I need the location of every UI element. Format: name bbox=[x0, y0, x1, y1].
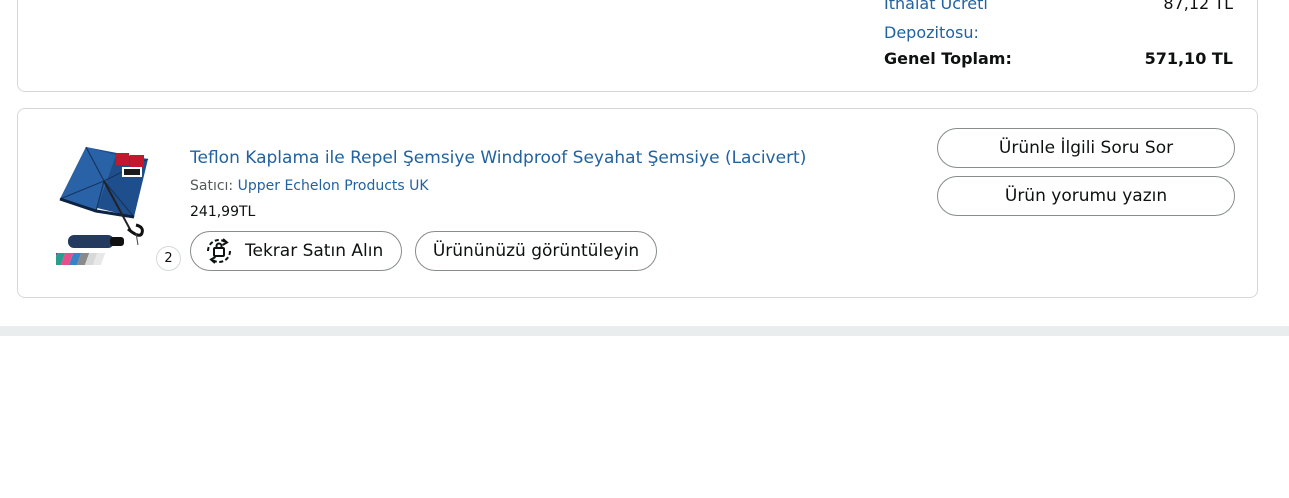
item-price: 241,99TL bbox=[190, 204, 256, 220]
order-panel: İthalat Ücreti 87,12 TL Depozitosu: Gene… bbox=[0, 0, 1287, 326]
order-summary-card: İthalat Ücreti 87,12 TL Depozitosu: Gene… bbox=[17, 0, 1258, 92]
import-fee-label: İthalat Ücreti bbox=[884, 0, 988, 13]
seller-prefix: Satıcı: bbox=[190, 178, 234, 194]
quantity-badge: 2 bbox=[156, 246, 181, 271]
ask-question-label: Ürünle İlgili Soru Sor bbox=[998, 138, 1174, 158]
order-details-page: İthalat Ücreti 87,12 TL Depozitosu: Gene… bbox=[0, 0, 1289, 498]
write-review-button[interactable]: Ürün yorumu yazın bbox=[937, 176, 1235, 216]
view-item-button[interactable]: Ürününüzü görüntüleyin bbox=[415, 231, 657, 271]
product-title-link[interactable]: Teflon Kaplama ile Repel Şemsiye Windpro… bbox=[190, 147, 806, 169]
import-fee-label-cont: Depozitosu: bbox=[884, 23, 979, 42]
buy-again-label: Tekrar Satın Alın bbox=[245, 241, 384, 261]
buy-again-icon bbox=[201, 233, 237, 269]
seller-link[interactable]: Upper Echelon Products UK bbox=[238, 178, 429, 194]
grand-total-label: Genel Toplam: bbox=[884, 49, 1012, 68]
page-section-divider bbox=[0, 326, 1289, 336]
ask-question-button[interactable]: Ürünle İlgili Soru Sor bbox=[937, 128, 1235, 168]
buy-again-button[interactable]: Tekrar Satın Alın bbox=[190, 231, 402, 271]
write-review-label: Ürün yorumu yazın bbox=[1004, 186, 1168, 206]
grand-total-value: 571,10 TL bbox=[1144, 49, 1233, 68]
view-item-label: Ürününüzü görüntüleyin bbox=[432, 241, 640, 261]
umbrella-product-image[interactable] bbox=[12, 141, 156, 266]
import-fee-value: 87,12 TL bbox=[1163, 0, 1233, 13]
seller-line: Satıcı: Upper Echelon Products UK bbox=[190, 177, 429, 195]
order-item-card: 2 Teflon Kaplama ile Repel Şemsiye Windp… bbox=[12, 108, 1258, 298]
